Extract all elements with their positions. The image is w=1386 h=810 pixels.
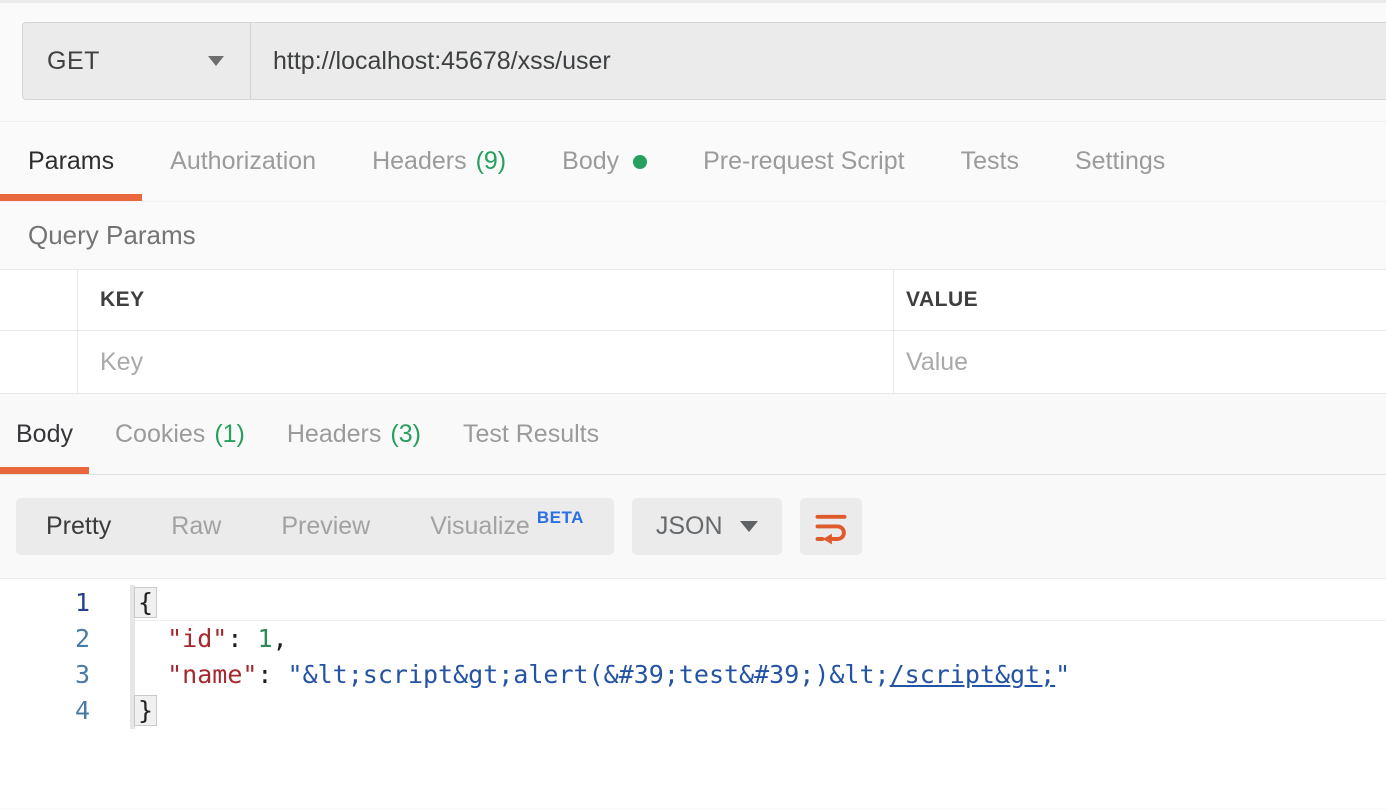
- code-token: ": [1055, 660, 1070, 689]
- format-label: JSON: [656, 512, 723, 541]
- wrap-text-icon: [813, 509, 849, 545]
- tab-label: Cookies: [115, 420, 205, 449]
- value-column-header: VALUE: [906, 288, 978, 312]
- code-line-content: {: [135, 585, 1386, 621]
- response-tab-test-results[interactable]: Test Results: [447, 394, 615, 474]
- line-number: 4: [0, 693, 90, 729]
- key-header-cell: KEY: [78, 270, 894, 330]
- method-dropdown[interactable]: GET: [23, 23, 251, 99]
- body-set-dot: [633, 155, 647, 169]
- view-mode-group: Pretty Raw Preview Visualize BETA: [16, 498, 614, 555]
- query-params-table: KEY VALUE Key Value: [0, 269, 1386, 394]
- code-line: 2 "id": 1,: [0, 621, 1386, 657]
- active-tab-underline: [0, 467, 89, 474]
- table-header-row: KEY VALUE: [0, 270, 1386, 331]
- tab-label: Pre-request Script: [703, 147, 904, 176]
- response-tab-cookies[interactable]: Cookies (1): [99, 394, 261, 474]
- tab-label: Headers: [372, 147, 467, 176]
- key-input[interactable]: Key: [78, 331, 894, 393]
- tab-label: Settings: [1075, 147, 1165, 176]
- value-input[interactable]: Value: [894, 331, 1386, 393]
- mode-label: Visualize: [430, 512, 530, 541]
- response-tab-body[interactable]: Body: [0, 394, 89, 474]
- mode-label: Preview: [281, 512, 370, 541]
- response-tab-headers[interactable]: Headers (3): [271, 394, 437, 474]
- method-label: GET: [47, 47, 100, 76]
- code-token: [137, 660, 167, 689]
- line-number: 3: [0, 657, 90, 693]
- response-headers-count-badge: (3): [390, 420, 421, 449]
- line-number: 1: [0, 585, 90, 621]
- tab-label: Body: [16, 420, 73, 449]
- url-text: http://localhost:45678/xss/user: [273, 47, 611, 76]
- row-handle-cell: [0, 270, 78, 330]
- code-token: }: [134, 695, 157, 726]
- code-line: 4}: [0, 693, 1386, 729]
- chevron-down-icon: [740, 521, 758, 532]
- mode-raw[interactable]: Raw: [141, 498, 251, 555]
- active-tab-underline: [0, 194, 142, 201]
- request-tabs: Params Authorization Headers (9) Body Pr…: [0, 122, 1386, 202]
- code-token: :: [227, 624, 257, 653]
- code-token: "&lt;script&gt;alert(&#39;test&#39;)&lt;: [288, 660, 890, 689]
- tab-authorization[interactable]: Authorization: [142, 122, 344, 201]
- mode-preview[interactable]: Preview: [251, 498, 400, 555]
- response-tabs: Body Cookies (1) Headers (3) Test Result…: [0, 394, 1386, 475]
- code-token: 1: [257, 624, 272, 653]
- mode-label: Raw: [171, 512, 221, 541]
- code-line: 3 "name": "&lt;script&gt;alert(&#39;test…: [0, 657, 1386, 693]
- tab-body[interactable]: Body: [534, 122, 675, 201]
- code-line-content: }: [135, 693, 1386, 729]
- tab-label: Authorization: [170, 147, 316, 176]
- table-row: Key Value: [0, 331, 1386, 394]
- request-bar: GET http://localhost:45678/xss/user: [0, 0, 1386, 122]
- headers-count-badge: (9): [476, 147, 507, 176]
- url-input[interactable]: http://localhost:45678/xss/user: [251, 23, 1386, 99]
- code-line: 1{: [0, 585, 1386, 621]
- tab-pre-request-script[interactable]: Pre-request Script: [675, 122, 932, 201]
- tab-label: Params: [28, 147, 114, 176]
- tab-label: Tests: [961, 147, 1019, 176]
- tab-tests[interactable]: Tests: [933, 122, 1047, 201]
- tab-headers[interactable]: Headers (9): [344, 122, 534, 201]
- key-placeholder: Key: [100, 348, 143, 377]
- row-handle-cell: [0, 331, 78, 393]
- line-number: 2: [0, 621, 90, 657]
- mode-pretty[interactable]: Pretty: [16, 498, 141, 555]
- code-token: :: [257, 660, 287, 689]
- tab-settings[interactable]: Settings: [1047, 122, 1193, 201]
- value-header-cell: VALUE: [894, 270, 1386, 330]
- mode-visualize[interactable]: Visualize BETA: [400, 498, 614, 555]
- tab-params[interactable]: Params: [0, 122, 142, 201]
- query-params-heading: Query Params: [0, 202, 1386, 269]
- format-dropdown[interactable]: JSON: [632, 498, 782, 555]
- tab-label: Headers: [287, 420, 382, 449]
- response-body-viewer[interactable]: 1{2 "id": 1,3 "name": "&lt;script&gt;ale…: [0, 579, 1386, 808]
- code-line-content: "name": "&lt;script&gt;alert(&#39;test&#…: [135, 657, 1386, 693]
- code-line-content: "id": 1,: [135, 621, 1386, 657]
- code-token: ,: [273, 624, 288, 653]
- mode-label: Pretty: [46, 512, 111, 541]
- code-link-token[interactable]: /script&gt;: [890, 660, 1056, 689]
- code-token: {: [134, 587, 157, 618]
- code-token: [137, 624, 167, 653]
- tab-label: Body: [562, 147, 619, 176]
- key-column-header: KEY: [100, 288, 145, 312]
- beta-badge: BETA: [537, 508, 584, 528]
- url-box: GET http://localhost:45678/xss/user: [22, 22, 1386, 100]
- response-area: Body Cookies (1) Headers (3) Test Result…: [0, 394, 1386, 808]
- chevron-down-icon: [208, 56, 224, 66]
- code-lines: 1{2 "id": 1,3 "name": "&lt;script&gt;ale…: [0, 585, 1386, 729]
- code-token: "id": [167, 624, 227, 653]
- wrap-lines-button[interactable]: [800, 498, 862, 555]
- tab-label: Test Results: [463, 420, 599, 449]
- cookies-count-badge: (1): [214, 420, 245, 449]
- response-toolbar: Pretty Raw Preview Visualize BETA JSON: [0, 475, 1386, 579]
- code-token: "name": [167, 660, 257, 689]
- value-placeholder: Value: [906, 348, 968, 377]
